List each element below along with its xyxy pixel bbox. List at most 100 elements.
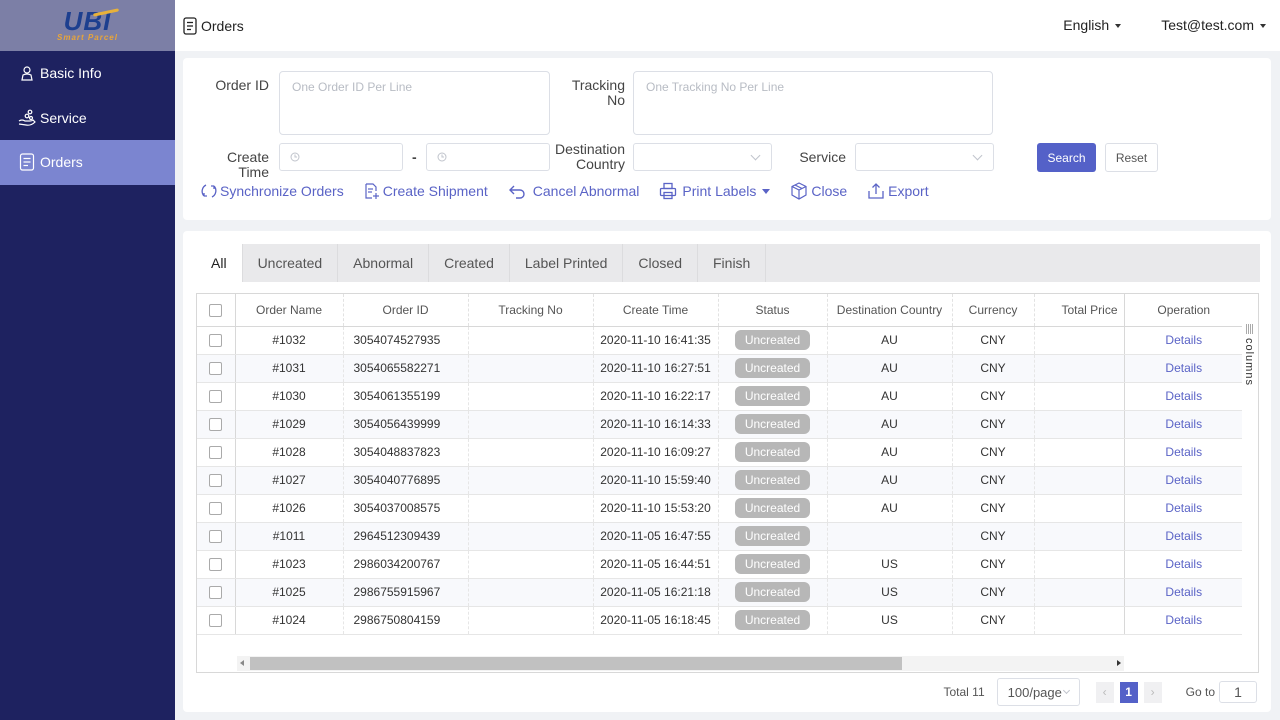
export-button[interactable]: Export xyxy=(867,182,929,200)
details-link[interactable]: Details xyxy=(1165,445,1202,459)
row-select-cell xyxy=(197,550,236,579)
row-checkbox[interactable] xyxy=(209,502,223,516)
column-header-tracking-no[interactable]: Tracking No xyxy=(468,294,594,327)
tracking-no-cell xyxy=(468,522,594,551)
columns-toggle-label: columns xyxy=(1243,338,1255,386)
create-shipment-button[interactable]: Create Shipment xyxy=(364,182,488,200)
scroll-left-arrow-icon[interactable] xyxy=(240,660,244,666)
details-link[interactable]: Details xyxy=(1165,417,1202,431)
reset-button[interactable]: Reset xyxy=(1105,143,1158,172)
tab-finish[interactable]: Finish xyxy=(698,244,767,282)
column-header-create-time[interactable]: Create Time xyxy=(593,294,719,327)
details-link[interactable]: Details xyxy=(1165,333,1202,347)
details-link[interactable]: Details xyxy=(1165,529,1202,543)
sync-icon xyxy=(201,184,217,198)
cancel-abnormal-button[interactable]: Cancel Abnormal xyxy=(508,183,639,199)
table-row: #1024 2986750804159 2020-11-05 16:18:45 Unc… xyxy=(197,606,1242,635)
select-all-checkbox[interactable] xyxy=(209,303,223,317)
column-header-currency[interactable]: Currency xyxy=(952,294,1035,327)
row-select-cell xyxy=(197,382,236,411)
destination-country-select[interactable] xyxy=(633,143,772,171)
details-link[interactable]: Details xyxy=(1165,557,1202,571)
row-checkbox[interactable] xyxy=(209,418,223,432)
table-row: #1011 2964512309439 2020-11-05 16:47:55 Unc… xyxy=(197,522,1242,551)
row-checkbox[interactable] xyxy=(209,530,223,544)
tab-label-printed[interactable]: Label Printed xyxy=(510,244,624,282)
sidebar: UBI Smart Parcel Basic Info Service Orde… xyxy=(0,0,175,720)
tab-abnormal[interactable]: Abnormal xyxy=(338,244,430,282)
create-time-cell: 2020-11-10 16:27:51 xyxy=(593,354,719,383)
sidebar-item-orders[interactable]: Orders xyxy=(0,140,175,185)
row-checkbox[interactable] xyxy=(209,614,223,628)
tab-created[interactable]: Created xyxy=(429,244,510,282)
search-button[interactable]: Search xyxy=(1037,143,1096,172)
column-header-order-id[interactable]: Order ID xyxy=(343,294,469,327)
column-header-status[interactable]: Status xyxy=(718,294,828,327)
order-name-cell: #1029 xyxy=(235,410,344,439)
language-dropdown[interactable]: English xyxy=(1063,17,1122,33)
create-time-cell: 2020-11-10 16:22:17 xyxy=(593,382,719,411)
status-badge: Uncreated xyxy=(734,386,811,406)
page-number-button[interactable]: 1 xyxy=(1119,681,1138,703)
create-time-cell: 2020-11-05 16:47:55 xyxy=(593,522,719,551)
sidebar-item-basic-info[interactable]: Basic Info xyxy=(0,51,175,96)
scroll-right-arrow-icon[interactable] xyxy=(1117,660,1121,666)
order-name-cell: #1023 xyxy=(235,550,344,579)
column-header-total-price[interactable]: Total Price xyxy=(1034,294,1125,327)
box-icon xyxy=(791,182,807,200)
row-checkbox[interactable] xyxy=(209,558,223,572)
details-link[interactable]: Details xyxy=(1165,473,1202,487)
undo-icon xyxy=(508,185,525,199)
page-title-text: Orders xyxy=(201,17,244,34)
tracking-no-cell xyxy=(468,382,594,411)
row-select-cell xyxy=(197,522,236,551)
row-checkbox[interactable] xyxy=(209,390,223,404)
status-cell: Uncreated xyxy=(718,410,828,439)
column-header-destination-country[interactable]: Destination Country xyxy=(827,294,953,327)
details-link[interactable]: Details xyxy=(1165,361,1202,375)
logo[interactable]: UBI Smart Parcel xyxy=(0,0,175,51)
details-link[interactable]: Details xyxy=(1165,501,1202,515)
row-checkbox[interactable] xyxy=(209,474,223,488)
page-size-select[interactable]: 100/page xyxy=(996,678,1080,706)
details-link[interactable]: Details xyxy=(1165,389,1202,403)
scrollbar-thumb[interactable] xyxy=(250,657,902,670)
order-name-cell: #1027 xyxy=(235,466,344,495)
user-dropdown[interactable]: Test@test.com xyxy=(1161,17,1266,33)
tracking-no-cell xyxy=(468,578,594,607)
row-checkbox[interactable] xyxy=(209,586,223,600)
create-time-start-input[interactable] xyxy=(279,143,403,171)
goto-page-input[interactable] xyxy=(1219,681,1257,703)
create-time-cell: 2020-11-05 16:21:18 xyxy=(593,578,719,607)
destination-country-cell: AU xyxy=(827,410,953,439)
currency-cell: CNY xyxy=(952,410,1035,439)
tracking-no-cell xyxy=(468,494,594,523)
columns-toggle[interactable]: columns xyxy=(1242,293,1259,673)
create-time-end-input[interactable] xyxy=(426,143,550,171)
tracking-no-input[interactable]: One Tracking No Per Line xyxy=(633,71,993,135)
details-link[interactable]: Details xyxy=(1165,585,1202,599)
row-checkbox[interactable] xyxy=(209,362,223,376)
sidebar-item-service[interactable]: Service xyxy=(0,96,175,141)
row-checkbox[interactable] xyxy=(209,446,223,460)
tab-closed[interactable]: Closed xyxy=(623,244,698,282)
close-button[interactable]: Close xyxy=(790,182,847,200)
column-header-order-name[interactable]: Order Name xyxy=(235,294,344,327)
chevron-down-icon xyxy=(750,150,761,161)
details-link[interactable]: Details xyxy=(1165,613,1202,627)
row-checkbox[interactable] xyxy=(209,334,223,348)
tab-all[interactable]: All xyxy=(196,244,243,282)
horizontal-scrollbar[interactable] xyxy=(237,656,1124,671)
goto-label: Go to xyxy=(1185,685,1215,699)
synchronize-orders-button[interactable]: Synchronize Orders xyxy=(201,182,344,200)
order-id-input[interactable]: One Order ID Per Line xyxy=(279,71,550,135)
action-label: Close xyxy=(811,183,848,199)
tab-uncreated[interactable]: Uncreated xyxy=(243,244,339,282)
print-labels-dropdown[interactable]: Print Labels xyxy=(659,182,771,200)
row-select-cell xyxy=(197,606,236,635)
service-select[interactable] xyxy=(855,143,994,171)
status-cell: Uncreated xyxy=(718,382,828,411)
prev-page-button[interactable]: ‹ xyxy=(1095,681,1114,703)
next-page-button[interactable]: › xyxy=(1143,681,1162,703)
destination-country-cell: AU xyxy=(827,438,953,467)
